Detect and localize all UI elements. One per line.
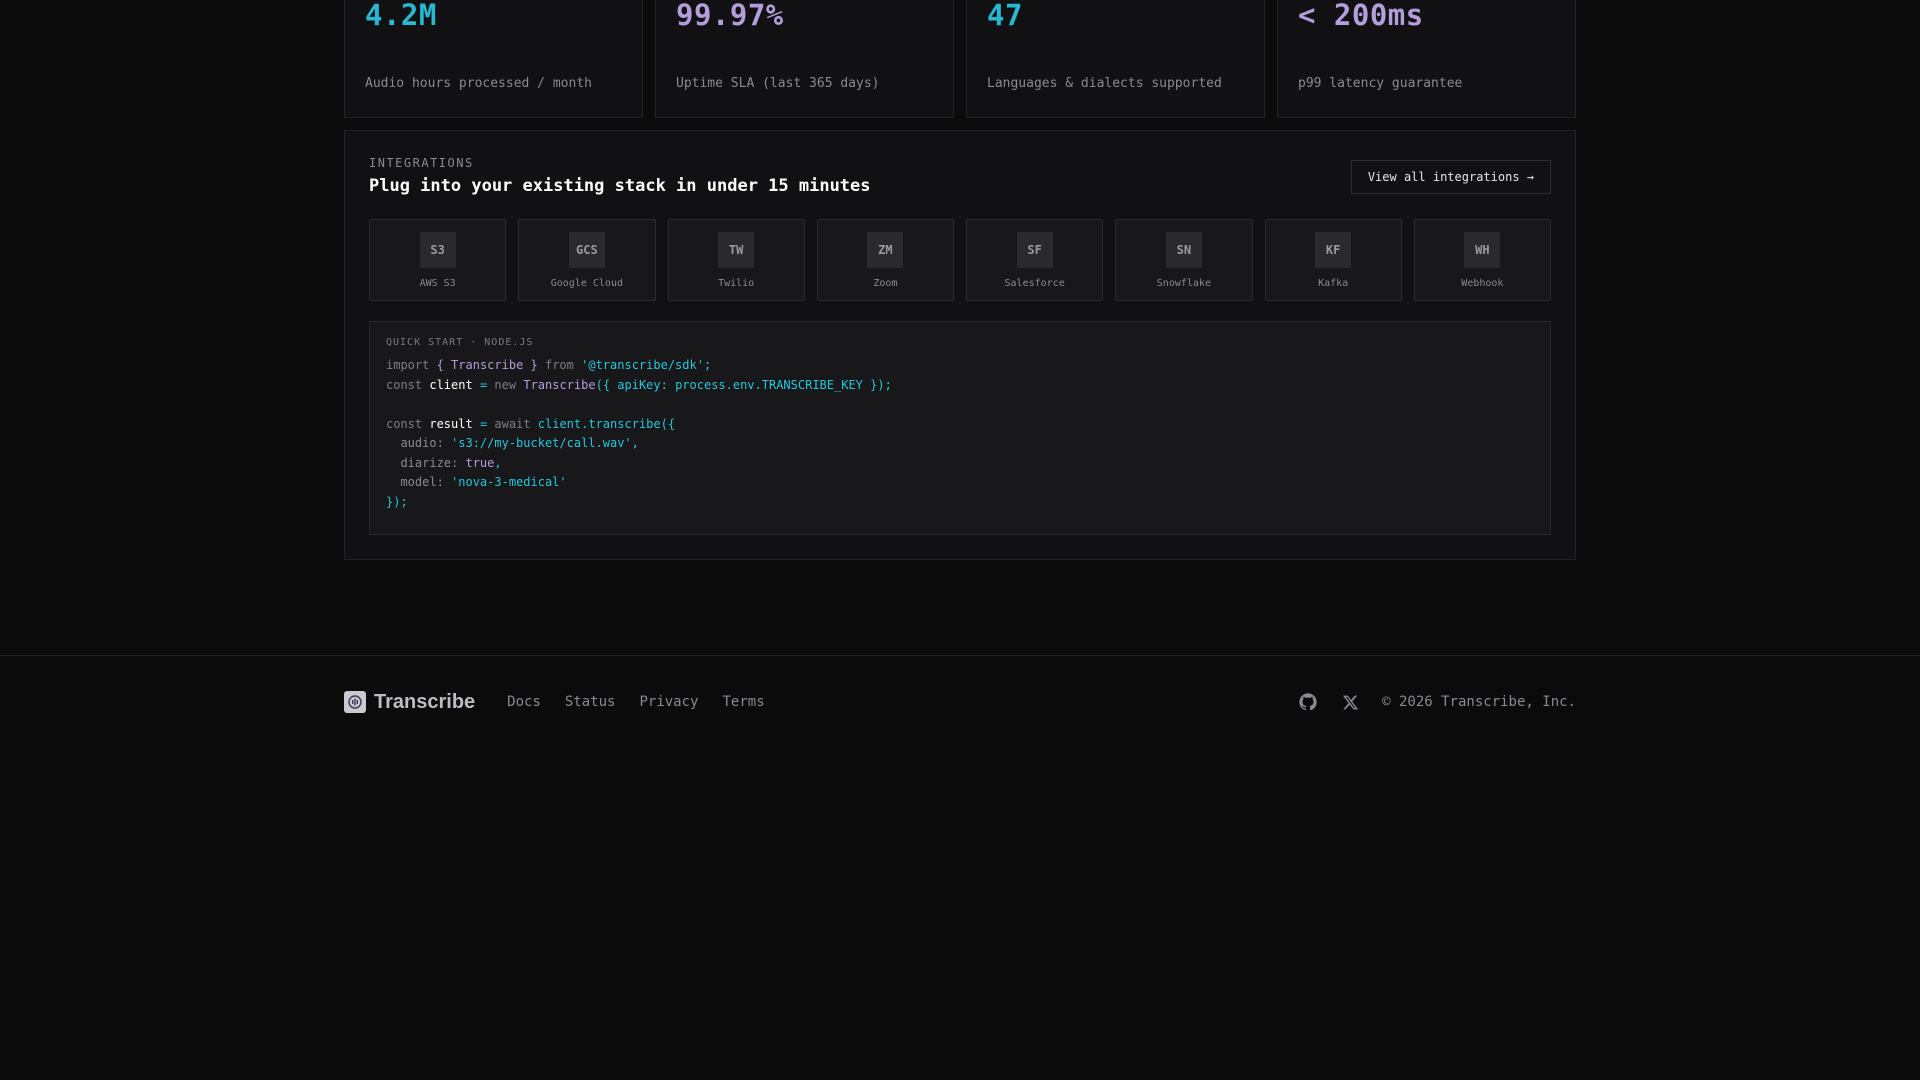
integration-tile-kafka[interactable]: KF Kafka	[1264, 219, 1402, 301]
integration-tile-snowflake[interactable]: SN Snowflake	[1115, 219, 1253, 301]
stat-label: p99 latency guarantee	[1298, 76, 1463, 91]
integration-name: Webhook	[1461, 278, 1504, 289]
footer-link-privacy[interactable]: Privacy	[639, 694, 698, 710]
code-token: audio	[400, 436, 437, 450]
code-token: =	[479, 377, 488, 392]
code-token: from	[544, 358, 574, 372]
footer-right: © 2026 Transcribe, Inc.	[1276, 692, 1576, 712]
quickstart-code-block: QUICK START · NODE.JS import { Transcrib…	[369, 321, 1551, 535]
integration-badge: S3	[419, 232, 456, 268]
stat-card-uptime: 99.97% Uptime SLA (last 365 days)	[655, 0, 954, 118]
code-token: Transcribe	[451, 358, 524, 372]
stat-label: Uptime SLA (last 365 days)	[676, 76, 880, 91]
integration-tiles: S3 AWS S3 GCS Google Cloud TW Twilio ZM …	[369, 219, 1551, 301]
code-token: 'nova-3-medical'	[451, 475, 567, 489]
code-token: await	[494, 416, 531, 431]
transcribe-logo-icon	[344, 691, 366, 713]
stat-card-latency: < 200ms p99 latency guarantee	[1277, 0, 1576, 118]
code-token: {	[436, 358, 452, 372]
code-token: ,	[631, 436, 639, 450]
stat-value: 47	[987, 0, 1023, 32]
integration-badge: SN	[1165, 232, 1202, 268]
integration-name: Zoom	[873, 278, 898, 289]
code-token: import	[386, 358, 430, 372]
code-block-title: QUICK START · NODE.JS	[386, 337, 534, 348]
footer-divider	[0, 655, 1920, 656]
stat-label: Languages & dialects supported	[987, 76, 1222, 91]
code-token: =	[479, 416, 488, 431]
code-token: const	[386, 416, 423, 431]
integration-badge: TW	[718, 232, 755, 268]
code-token: client.transcribe({	[537, 416, 676, 431]
integration-name: Twilio	[718, 278, 755, 289]
code-token: new	[494, 377, 517, 392]
stat-value: < 200ms	[1298, 0, 1424, 32]
code-token: '@transcribe/sdk'	[581, 358, 704, 372]
brand-name: Transcribe	[374, 690, 476, 713]
integration-tile-zoom[interactable]: ZM Zoom	[816, 219, 954, 301]
integration-tile-webhook[interactable]: WH Webhook	[1413, 219, 1551, 301]
stats-row: 4.2M Audio hours processed / month 99.97…	[344, 0, 1576, 118]
stat-value: 99.97%	[676, 0, 784, 32]
integration-tile-aws-s3[interactable]: S3 AWS S3	[369, 219, 507, 301]
integration-badge: WH	[1464, 232, 1501, 268]
code-token: }	[523, 358, 538, 372]
integration-name: Snowflake	[1156, 278, 1211, 289]
code-token: const	[386, 377, 423, 392]
integration-name: Kafka	[1318, 278, 1349, 289]
integration-badge: SF	[1016, 232, 1053, 268]
footer: Transcribe Docs Status Privacy Terms © 2…	[344, 690, 1576, 714]
code-token: model	[400, 475, 437, 489]
github-icon[interactable]	[1298, 692, 1318, 712]
stat-value: 4.2M	[365, 0, 437, 32]
footer-link-terms[interactable]: Terms	[722, 694, 764, 710]
code-token: Transcribe	[523, 377, 596, 392]
code-token: result	[429, 416, 473, 431]
code-token: 's3://my-bucket/call.wav'	[451, 436, 632, 450]
section-title: Plug into your existing stack in under 1…	[369, 176, 871, 196]
stat-label: Audio hours processed / month	[365, 76, 592, 91]
code-token: true	[465, 455, 495, 470]
integration-badge: ZM	[867, 232, 904, 268]
code-token: ;	[703, 358, 712, 372]
copyright: © 2026 Transcribe, Inc.	[1382, 694, 1576, 710]
integration-name: Salesforce	[1004, 278, 1065, 289]
code-token: diarize	[400, 455, 452, 470]
section-eyebrow: INTEGRATIONS	[369, 156, 474, 170]
integration-badge: KF	[1315, 232, 1352, 268]
footer-link-status[interactable]: Status	[565, 694, 616, 710]
integration-tile-google-cloud[interactable]: GCS Google Cloud	[518, 219, 656, 301]
integration-tile-salesforce[interactable]: SF Salesforce	[966, 219, 1104, 301]
view-all-integrations-button[interactable]: View all integrations →	[1350, 160, 1551, 194]
integration-badge: GCS	[568, 232, 605, 268]
code-token: client	[429, 377, 473, 392]
footer-link-docs[interactable]: Docs	[507, 694, 541, 710]
code-token: ,	[494, 455, 502, 470]
code-token: });	[386, 494, 408, 509]
integrations-panel: INTEGRATIONS Plug into your existing sta…	[344, 130, 1576, 560]
x-icon[interactable]	[1340, 692, 1360, 712]
code-snippet: import { Transcribe } from '@transcribe/…	[386, 358, 892, 509]
integration-name: Google Cloud	[550, 278, 623, 289]
integration-name: AWS S3	[419, 278, 456, 289]
footer-brand[interactable]: Transcribe	[344, 691, 475, 714]
stat-card-audio-hours: 4.2M Audio hours processed / month	[344, 0, 643, 118]
stat-card-languages: 47 Languages & dialects supported	[966, 0, 1265, 118]
integration-tile-twilio[interactable]: TW Twilio	[667, 219, 805, 301]
code-token: ({ apiKey: process.env.TRANSCRIBE_KEY })…	[595, 377, 892, 392]
